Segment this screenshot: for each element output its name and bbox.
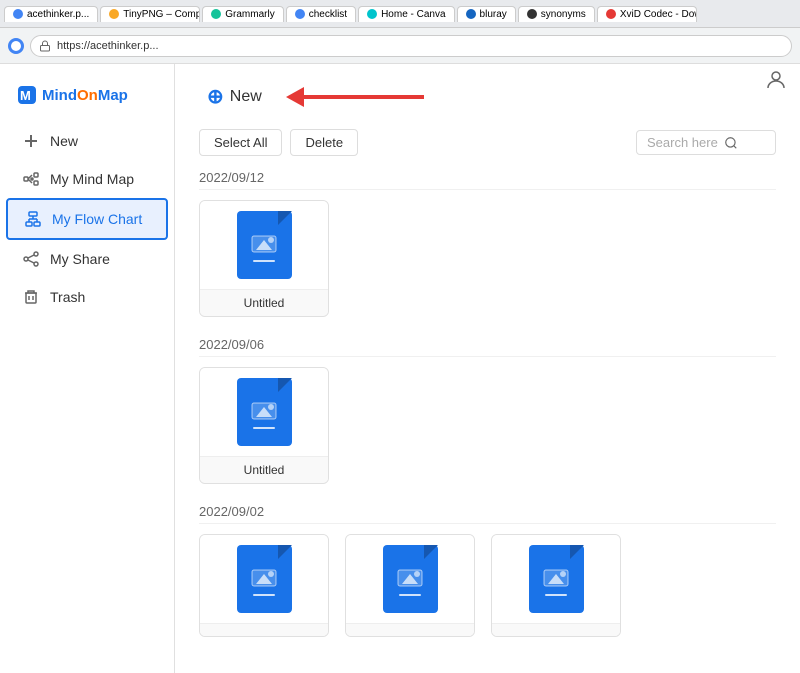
sidebar-item-new[interactable]: New bbox=[6, 122, 168, 160]
tab-bluray[interactable]: bluray bbox=[457, 6, 516, 22]
file-icon bbox=[529, 545, 584, 613]
file-grid-1: Untitled bbox=[199, 367, 776, 484]
select-all-button[interactable]: Select All bbox=[199, 129, 282, 156]
file-name-2-2 bbox=[492, 623, 620, 636]
file-name-2-0 bbox=[200, 623, 328, 636]
sidebar-item-mindmap[interactable]: My Mind Map bbox=[6, 160, 168, 198]
file-card[interactable]: Untitled bbox=[199, 367, 329, 484]
file-icon-inner bbox=[250, 401, 278, 431]
new-plus-icon: ⊕ bbox=[207, 84, 224, 109]
plus-icon bbox=[22, 132, 40, 150]
lines-icon bbox=[253, 260, 275, 264]
file-preview bbox=[200, 201, 328, 289]
date-section-2: 2022/09/02 bbox=[199, 504, 776, 637]
browser-bar: https://acethinker.p... bbox=[0, 28, 800, 64]
app-layout: M MindOnMap New bbox=[0, 64, 800, 673]
file-icon-inner bbox=[250, 234, 278, 264]
date-section-1: 2022/09/06 bbox=[199, 337, 776, 484]
sidebar-item-trash-label: Trash bbox=[50, 289, 85, 305]
file-card[interactable] bbox=[345, 534, 475, 637]
file-name-0-0: Untitled bbox=[200, 289, 328, 316]
delete-button[interactable]: Delete bbox=[290, 129, 358, 156]
tab-grammarly[interactable]: Grammarly bbox=[202, 6, 283, 22]
logo-text: MindOnMap bbox=[42, 87, 128, 104]
browser-tabs: acethinker.p... TinyPNG – Compre... Gram… bbox=[0, 0, 800, 28]
lines-icon bbox=[253, 427, 275, 431]
file-name-1-0: Untitled bbox=[200, 456, 328, 483]
red-arrow-indicator bbox=[286, 87, 424, 107]
file-icon-inner bbox=[250, 568, 278, 598]
file-icon bbox=[237, 545, 292, 613]
main-content: ⊕ New Select All Delete Search here bbox=[175, 64, 800, 673]
file-preview bbox=[200, 368, 328, 456]
file-name-2-1 bbox=[346, 623, 474, 636]
tab-synonyms[interactable]: synonyms bbox=[518, 6, 595, 22]
url-bar[interactable]: https://acethinker.p... bbox=[30, 35, 792, 57]
file-preview bbox=[492, 535, 620, 623]
mountain-icon bbox=[542, 568, 570, 590]
file-icon-inner bbox=[396, 568, 424, 598]
arrow-head bbox=[286, 87, 304, 107]
sidebar-item-new-label: New bbox=[50, 133, 78, 149]
user-icon-area[interactable] bbox=[764, 68, 788, 97]
file-grid-2 bbox=[199, 534, 776, 637]
tab-tinypng[interactable]: TinyPNG – Compre... bbox=[100, 6, 200, 22]
share-icon bbox=[22, 250, 40, 268]
mindmap-icon bbox=[22, 170, 40, 188]
date-label-0: 2022/09/12 bbox=[199, 170, 776, 190]
file-grid-0: Untitled bbox=[199, 200, 776, 317]
file-preview bbox=[346, 535, 474, 623]
file-icon bbox=[383, 545, 438, 613]
search-placeholder-text: Search here bbox=[647, 135, 718, 150]
file-icon bbox=[237, 378, 292, 446]
trash-icon bbox=[22, 288, 40, 306]
toolbar-left: Select All Delete bbox=[199, 129, 358, 156]
new-button-row: ⊕ New bbox=[199, 80, 776, 113]
logo-icon: M bbox=[16, 84, 38, 106]
search-box[interactable]: Search here bbox=[636, 130, 776, 155]
logo-area: M MindOnMap bbox=[0, 74, 174, 122]
browser-favicon bbox=[8, 38, 24, 54]
sidebar-item-mindmap-label: My Mind Map bbox=[50, 171, 134, 187]
sidebar-item-trash[interactable]: Trash bbox=[6, 278, 168, 316]
sidebar-item-share[interactable]: My Share bbox=[6, 240, 168, 278]
flowchart-icon bbox=[24, 210, 42, 228]
sidebar-item-flowchart[interactable]: My Flow Chart bbox=[6, 198, 168, 240]
sidebar: M MindOnMap New bbox=[0, 64, 175, 673]
svg-text:M: M bbox=[20, 88, 31, 103]
date-section-0: 2022/09/12 bbox=[199, 170, 776, 317]
file-card[interactable] bbox=[491, 534, 621, 637]
user-icon bbox=[764, 68, 788, 92]
date-label-2: 2022/09/02 bbox=[199, 504, 776, 524]
mountain-icon bbox=[396, 568, 424, 590]
sidebar-item-share-label: My Share bbox=[50, 251, 110, 267]
tab-xvid[interactable]: XviD Codec - Down... bbox=[597, 6, 697, 22]
search-icon bbox=[724, 136, 738, 150]
file-preview bbox=[200, 535, 328, 623]
mountain-icon bbox=[250, 234, 278, 256]
mountain-icon bbox=[250, 401, 278, 423]
mountain-icon bbox=[250, 568, 278, 590]
tab-acethinker[interactable]: acethinker.p... bbox=[4, 6, 98, 22]
tab-canva[interactable]: Home - Canva bbox=[358, 6, 454, 22]
date-label-1: 2022/09/06 bbox=[199, 337, 776, 357]
file-card[interactable]: Untitled bbox=[199, 200, 329, 317]
file-card[interactable] bbox=[199, 534, 329, 637]
file-icon bbox=[237, 211, 292, 279]
file-icon-inner bbox=[542, 568, 570, 598]
arrow-line bbox=[304, 95, 424, 99]
new-button[interactable]: ⊕ New bbox=[199, 80, 270, 113]
toolbar-row: Select All Delete Search here bbox=[199, 129, 776, 156]
tab-checklist[interactable]: checklist bbox=[286, 6, 356, 22]
sidebar-item-flowchart-label: My Flow Chart bbox=[52, 211, 142, 227]
